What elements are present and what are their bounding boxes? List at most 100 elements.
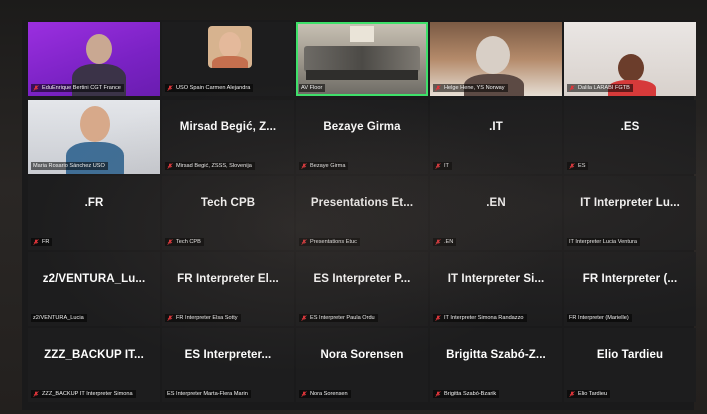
participant-name-text: ES xyxy=(578,163,586,169)
participant-tile-video[interactable]: USO Spain Carmen Alejandra xyxy=(162,22,294,96)
participant-name-label: Brigitta Szabó-Bzarik xyxy=(433,390,500,398)
participant-video-person xyxy=(476,36,510,74)
participant-tile[interactable]: z2/VENTURA_Lu... z2/VENTURA_Lucia xyxy=(28,252,160,326)
mic-muted-icon xyxy=(569,85,575,91)
participant-video-person xyxy=(80,106,110,142)
participant-name-label: Presentations Etuc xyxy=(299,238,360,246)
mic-muted-icon xyxy=(569,163,575,169)
participant-name-text: Dalila LARABI FGTB xyxy=(578,85,630,91)
participant-name-text: AV Floor xyxy=(301,85,323,91)
participant-display-name: z2/VENTURA_Lu... xyxy=(42,273,146,285)
participant-tile-video[interactable]: EduEnrique Bertini CGT France xyxy=(28,22,160,96)
participant-name-text: Helge Hene, YS Norway xyxy=(444,85,505,91)
participant-name-text: USO Spain Carmen Alejandra xyxy=(176,85,251,91)
participant-name-label: z2/VENTURA_Lucia xyxy=(31,314,87,322)
mic-muted-icon xyxy=(301,315,307,321)
participant-name-label: Elio Tardieu xyxy=(567,390,611,398)
mic-muted-icon xyxy=(33,239,39,245)
participant-tile[interactable]: ES Interpreter... ES Interpreter Marta-F… xyxy=(162,328,294,402)
participant-name-label: ES Interpreter Paula Ordu xyxy=(299,314,378,322)
participant-name-text: Tech CPB xyxy=(176,239,201,245)
participant-name-label: .EN xyxy=(433,238,457,246)
participant-name-label: USO Spain Carmen Alejandra xyxy=(165,84,254,92)
participant-name-text: ZZZ_BACKUP IT Interpreter Simona xyxy=(42,391,133,397)
video-gallery-grid: EduEnrique Bertini CGT France USO Spain … xyxy=(22,20,696,410)
participant-name-label: FR Interpreter (Marielle) xyxy=(567,314,632,322)
participant-name-label: IT Interpreter Lucia Ventura xyxy=(567,238,640,246)
participant-name-text: Nora Sorensen xyxy=(310,391,348,397)
participant-display-name: .IT xyxy=(489,121,503,133)
participant-name-label: FR Interpreter Elsa Sotty xyxy=(165,314,241,322)
participant-name-text: Presentations Etuc xyxy=(310,239,357,245)
participant-name-label: EduEnrique Bertini CGT France xyxy=(31,84,124,92)
participant-tile[interactable]: Nora Sorensen Nora Sorensen xyxy=(296,328,428,402)
participant-avatar-image xyxy=(208,26,252,68)
participant-tile[interactable]: Tech CPB Tech CPB xyxy=(162,176,294,250)
participant-display-name: IT Interpreter Lu... xyxy=(580,197,680,209)
conference-room-video xyxy=(304,46,420,72)
participant-name-text: .EN xyxy=(444,239,454,245)
participant-tile-active-speaker[interactable]: AV Floor xyxy=(296,22,428,96)
mic-muted-icon xyxy=(167,163,173,169)
participant-tile[interactable]: Bezaye Girma Bezaye Girma xyxy=(296,100,428,174)
participant-tile[interactable]: .EN .EN xyxy=(430,176,562,250)
participant-tile[interactable]: IT Interpreter Si... IT Interpreter Simo… xyxy=(430,252,562,326)
participant-display-name: IT Interpreter Si... xyxy=(447,273,545,285)
participant-name-label: IT Interpreter Simona Randazzo xyxy=(433,314,527,322)
participant-name-label: ZZZ_BACKUP IT Interpreter Simona xyxy=(31,390,136,398)
mic-muted-icon xyxy=(435,163,441,169)
participant-name-text: FR xyxy=(42,239,50,245)
participant-name-label: ES xyxy=(567,162,589,170)
participant-name-text: FR Interpreter (Marielle) xyxy=(569,315,629,321)
participant-name-label: ES Interpreter Marta-Flera Marin xyxy=(165,390,251,398)
participant-tile-video[interactable]: Helge Hene, YS Norway xyxy=(430,22,562,96)
participant-name-text: EduEnrique Bertini CGT France xyxy=(42,85,121,91)
participant-tile[interactable]: IT Interpreter Lu... IT Interpreter Luci… xyxy=(564,176,696,250)
mic-muted-icon xyxy=(167,85,173,91)
participant-display-name: FR Interpreter El... xyxy=(177,273,279,285)
participant-tile[interactable]: .IT IT xyxy=(430,100,562,174)
mic-muted-icon xyxy=(301,163,307,169)
participant-name-text: IT xyxy=(444,163,449,169)
participant-display-name: .EN xyxy=(486,197,506,209)
participant-video-person xyxy=(618,54,644,82)
participant-tile-video[interactable]: Dalila LARABI FGTB xyxy=(564,22,696,96)
participant-display-name: Nora Sorensen xyxy=(320,349,404,361)
participant-name-text: z2/VENTURA_Lucia xyxy=(33,315,84,321)
participant-tile[interactable]: FR Interpreter El... FR Interpreter Elsa… xyxy=(162,252,294,326)
participant-display-name: .ES xyxy=(620,121,640,133)
participant-name-label: Tech CPB xyxy=(165,238,204,246)
mic-muted-icon xyxy=(435,239,441,245)
participant-name-label: IT xyxy=(433,162,452,170)
mic-muted-icon xyxy=(435,85,441,91)
participant-name-label: AV Floor xyxy=(299,84,326,92)
mic-muted-icon xyxy=(301,391,307,397)
participant-name-text: IT Interpreter Simona Randazzo xyxy=(444,315,524,321)
participant-tile[interactable]: ZZZ_BACKUP IT... ZZZ_BACKUP IT Interpret… xyxy=(28,328,160,402)
mic-muted-icon xyxy=(435,315,441,321)
participant-tile[interactable]: ES Interpreter P... ES Interpreter Paula… xyxy=(296,252,428,326)
participant-tile-video[interactable]: Maria Rosario Sánchez USO xyxy=(28,100,160,174)
participant-name-text: ES Interpreter Paula Ordu xyxy=(310,315,375,321)
participant-tile[interactable]: FR Interpreter (... FR Interpreter (Mari… xyxy=(564,252,696,326)
participant-display-name: Mirsad Begić, Z... xyxy=(179,121,277,133)
participant-name-text: Elio Tardieu xyxy=(578,391,608,397)
participant-tile[interactable]: Brigitta Szabó-Z... Brigitta Szabó-Bzari… xyxy=(430,328,562,402)
participant-name-text: Bezaye Girma xyxy=(310,163,346,169)
participant-name-text: Maria Rosario Sánchez USO xyxy=(33,163,105,169)
participant-display-name: FR Interpreter (... xyxy=(582,273,678,285)
participant-name-text: FR Interpreter Elsa Sotty xyxy=(176,315,238,321)
participant-tile[interactable]: Elio Tardieu Elio Tardieu xyxy=(564,328,696,402)
participant-tile[interactable]: Presentations Et... Presentations Etuc xyxy=(296,176,428,250)
participant-tile[interactable]: .ES ES xyxy=(564,100,696,174)
participant-tile[interactable]: Mirsad Begić, Z... Mirsad Begić, ZSSS, S… xyxy=(162,100,294,174)
participant-tile[interactable]: .FR FR xyxy=(28,176,160,250)
participant-display-name: Brigitta Szabó-Z... xyxy=(446,349,546,361)
participant-display-name: Presentations Et... xyxy=(310,197,414,209)
mic-muted-icon xyxy=(167,239,173,245)
mic-muted-icon xyxy=(33,391,39,397)
participant-video-person xyxy=(86,34,112,64)
participant-name-label: Maria Rosario Sánchez USO xyxy=(31,162,108,170)
mic-muted-icon xyxy=(167,315,173,321)
participant-name-label: Bezaye Girma xyxy=(299,162,349,170)
